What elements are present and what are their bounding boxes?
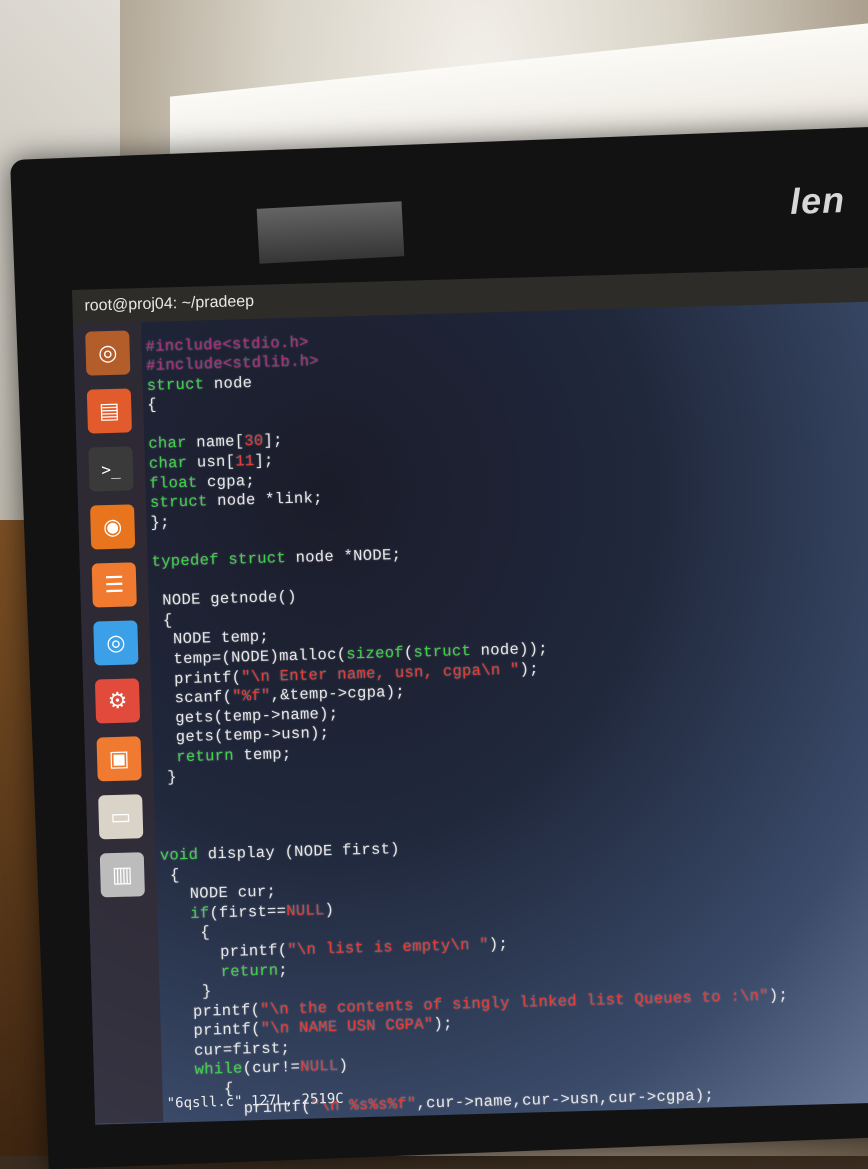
code-token: printf( <box>162 941 288 963</box>
launcher-window[interactable]: ▭ <box>98 794 144 840</box>
folder-icon: ▤ <box>98 398 121 424</box>
bag-icon: ▣ <box>108 746 130 772</box>
code-token: printf( <box>164 1020 261 1041</box>
firefox-icon: ◉ <box>102 514 123 540</box>
code-token: (first== <box>209 901 287 923</box>
code-token: ); <box>768 985 789 1005</box>
code-token: ) <box>338 1057 349 1076</box>
code-token: cur=first; <box>165 1039 291 1061</box>
code-token: 30 <box>244 432 264 451</box>
code-token: (cur!= <box>242 1058 301 1079</box>
launcher-software-center[interactable]: ▣ <box>96 736 142 782</box>
monitor-screen: root@proj04: ~/pradeep ◎ ▤ >_ ◉ ☰ ◎ ⚙ ▣ ▭ ▥ #incl… <box>72 266 868 1125</box>
launcher-chromium[interactable]: ◎ <box>93 620 139 666</box>
code-token: ); <box>433 1014 453 1034</box>
code-token: scanf( <box>155 687 233 709</box>
code-token: { <box>146 395 158 415</box>
code-token: <stdio.h> <box>222 332 310 354</box>
code-token: typedef <box>151 551 220 571</box>
code-token: { <box>160 865 180 885</box>
window-icon: ▭ <box>109 804 132 830</box>
code-token: "\n NAME USN CGPA" <box>260 1015 434 1039</box>
code-token: "%f" <box>231 686 271 706</box>
code-token: node *link; <box>207 489 323 511</box>
code-token: ); <box>488 934 509 954</box>
code-token: NULL <box>285 900 325 920</box>
trash-icon: ▥ <box>111 862 134 888</box>
code-token: while <box>194 1060 243 1080</box>
gear-icon: ⚙ <box>107 688 128 714</box>
code-token: usn[ <box>187 452 236 472</box>
code-token: sizeof <box>346 643 405 664</box>
code-token: }; <box>150 513 170 532</box>
code-token: struct <box>228 549 287 569</box>
code-token: struct <box>149 492 208 513</box>
code-token: ); <box>519 659 540 679</box>
code-token: #include <box>145 354 224 376</box>
code-token: NODE cur; <box>160 882 277 904</box>
code-token: struct <box>146 375 205 395</box>
code-token: temp; <box>233 745 292 765</box>
code-token: ; <box>278 960 289 980</box>
code-token: #include <box>145 335 223 356</box>
code-token: NULL <box>299 1057 339 1077</box>
launcher-firefox[interactable]: ◉ <box>90 504 136 550</box>
launcher-trash[interactable]: ▥ <box>99 852 145 898</box>
code-token: void <box>159 845 199 865</box>
launcher-terminal[interactable]: >_ <box>88 446 134 492</box>
code-token: return <box>176 746 235 767</box>
code-token: { <box>153 611 173 630</box>
monitor-brand-logo: len <box>789 178 846 223</box>
launcher-ubuntu-dash[interactable]: ◎ <box>85 330 131 376</box>
code-token: ]; <box>263 431 283 451</box>
code-token: name[ <box>186 432 245 453</box>
code-token: gets(temp->usn); <box>156 724 330 748</box>
terminal-icon: >_ <box>101 459 121 479</box>
tape-strip <box>256 201 405 264</box>
launcher-files[interactable]: ▤ <box>86 388 132 434</box>
code-token: { <box>161 923 211 944</box>
code-editor[interactable]: #include<stdio.h> #include<stdlib.h> struc… <box>145 316 868 1121</box>
code-token: node <box>204 373 253 394</box>
code-token: printf( <box>163 1000 261 1022</box>
code-token: } <box>157 767 178 787</box>
code-token: printf( <box>154 668 242 689</box>
code-token: ]; <box>254 451 274 471</box>
document-icon: ☰ <box>104 572 125 598</box>
code-token: float <box>149 473 198 493</box>
ubuntu-logo-icon: ◎ <box>97 340 118 366</box>
code-token: NODE temp; <box>153 628 270 650</box>
code-token: if <box>190 904 210 923</box>
code-token: ,&temp->cgpa); <box>270 683 406 705</box>
launcher-text-editor[interactable]: ☰ <box>91 562 137 608</box>
code-token: ) <box>324 900 335 919</box>
code-token: return <box>220 961 279 981</box>
code-token: <stdlib.h> <box>222 352 320 373</box>
code-token: struct <box>413 642 472 662</box>
code-token: char <box>148 453 188 473</box>
code-token: char <box>148 434 187 454</box>
code-token: node *NODE; <box>285 545 402 568</box>
code-token: cgpa; <box>197 471 256 492</box>
code-token: node)); <box>470 639 549 660</box>
launcher-settings[interactable]: ⚙ <box>94 678 141 724</box>
code-token: NODE getnode() <box>152 588 297 611</box>
code-token: 11 <box>235 452 255 471</box>
chromium-icon: ◎ <box>105 630 126 656</box>
code-token: } <box>163 982 212 1002</box>
